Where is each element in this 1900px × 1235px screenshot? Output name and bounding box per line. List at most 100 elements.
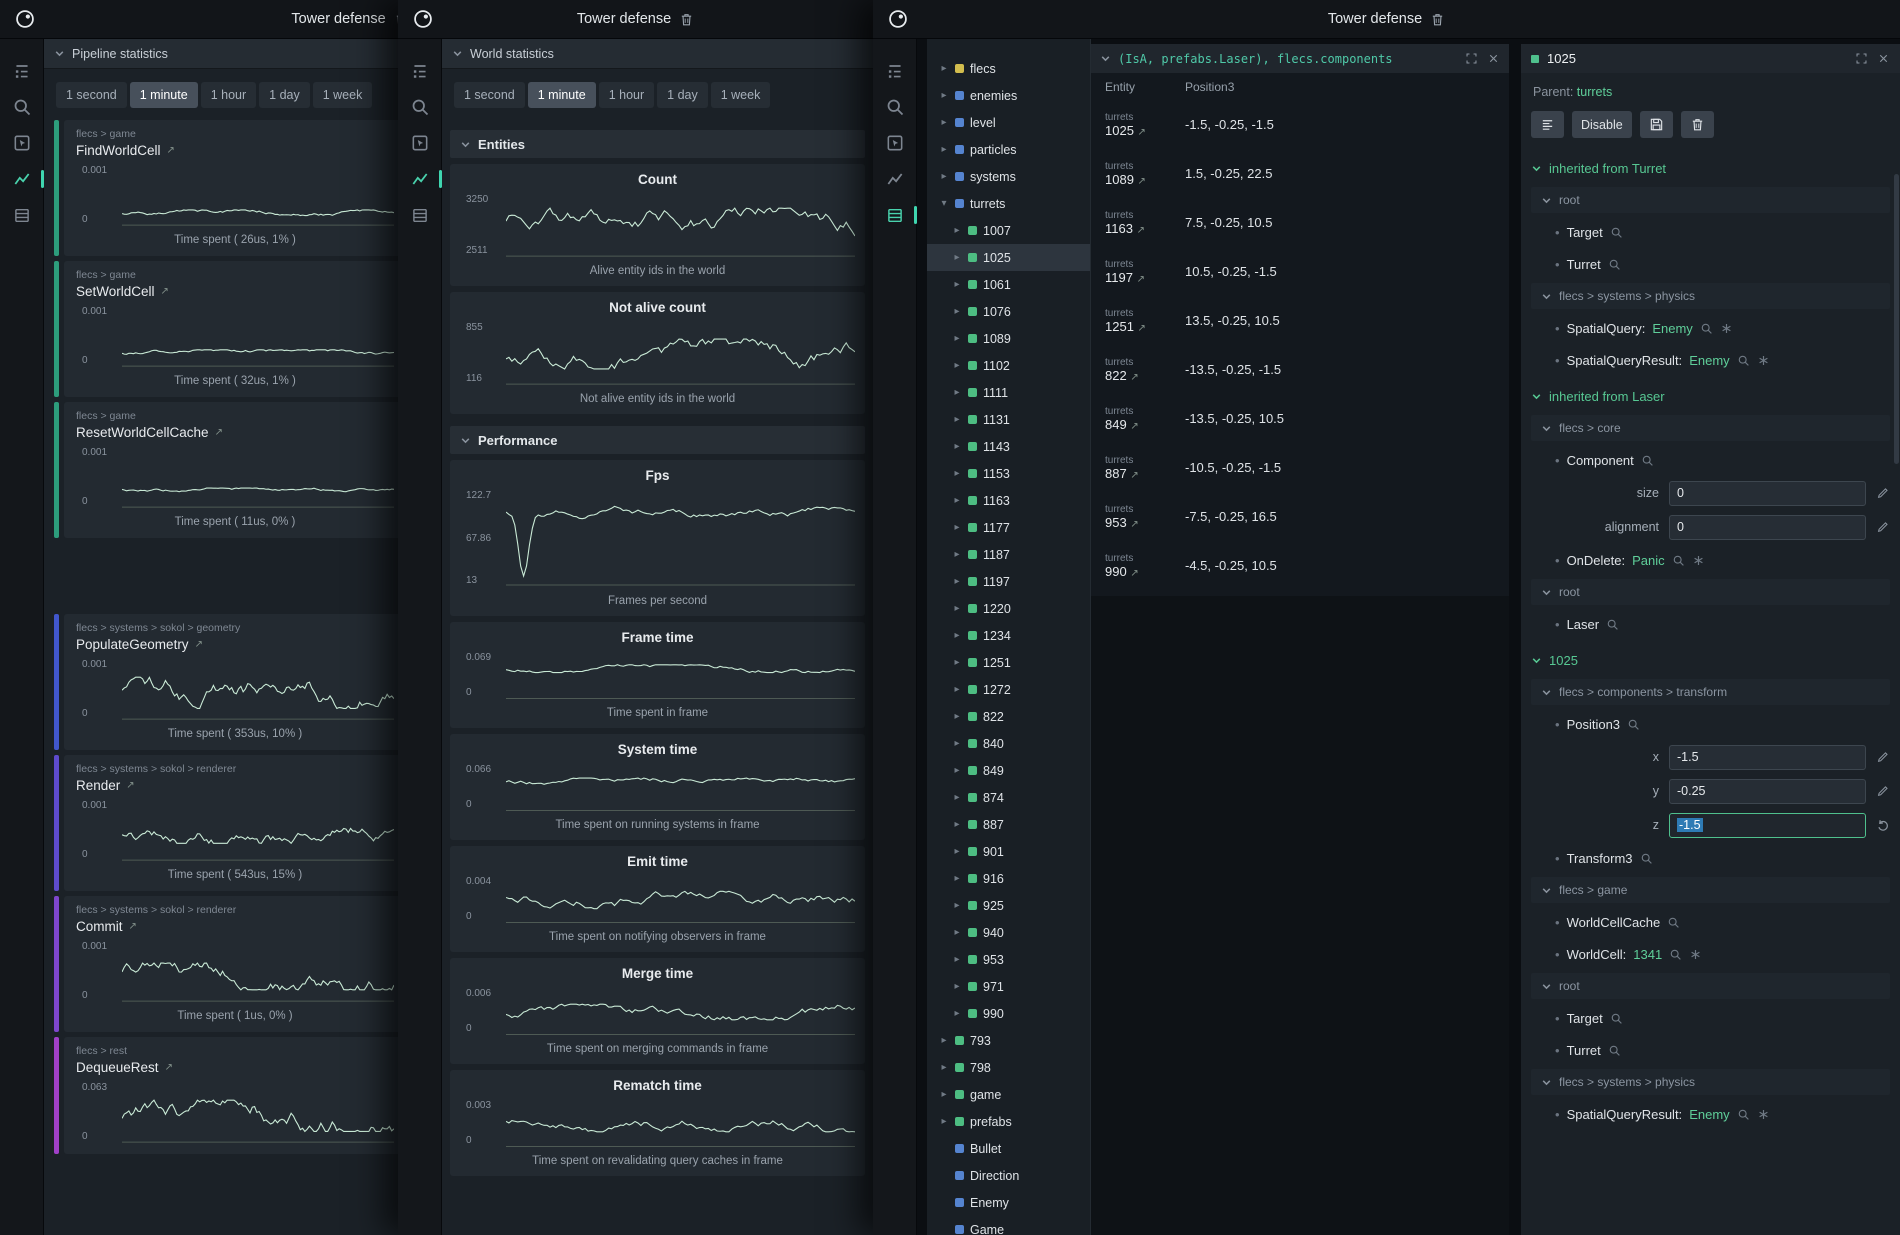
- search-icon[interactable]: [1640, 852, 1653, 865]
- edit-icon[interactable]: [1876, 486, 1890, 500]
- field-input-z[interactable]: -1.5: [1669, 813, 1866, 838]
- search-icon[interactable]: [1667, 916, 1680, 929]
- tree-item-game[interactable]: ▸game: [927, 1081, 1090, 1108]
- external-link-icon[interactable]: ↗: [129, 921, 137, 932]
- component-item-turret[interactable]: •Turret: [1531, 1034, 1890, 1066]
- expand-arrow-icon[interactable]: ▸: [952, 954, 962, 965]
- tab-1-week[interactable]: 1 week: [313, 82, 373, 108]
- expand-arrow-icon[interactable]: ▸: [952, 495, 962, 506]
- tree-item-direction[interactable]: Direction: [927, 1162, 1090, 1189]
- tree-item-874[interactable]: ▸874: [927, 784, 1090, 811]
- tree-item-1111[interactable]: ▸1111: [927, 379, 1090, 406]
- expand-arrow-icon[interactable]: ▸: [952, 333, 962, 344]
- component-item-worldcell[interactable]: •WorldCell:1341: [1531, 938, 1890, 970]
- expand-arrow-icon[interactable]: ▸: [952, 630, 962, 641]
- component-group-root[interactable]: root: [1531, 187, 1890, 213]
- expand-arrow-icon[interactable]: ▸: [952, 360, 962, 371]
- tree-item-840[interactable]: ▸840: [927, 730, 1090, 757]
- tree-item-1102[interactable]: ▸1102: [927, 352, 1090, 379]
- component-group-flecs-systems-physics[interactable]: flecs > systems > physics: [1531, 1069, 1890, 1095]
- wildcard-icon[interactable]: [1720, 322, 1733, 335]
- entities-icon[interactable]: [410, 61, 430, 81]
- tree-item-1251[interactable]: ▸1251: [927, 649, 1090, 676]
- expand-arrow-icon[interactable]: ▸: [952, 846, 962, 857]
- disable-button[interactable]: Disable: [1572, 111, 1632, 138]
- search-icon[interactable]: [1608, 1044, 1621, 1057]
- tree-item-level[interactable]: ▸level: [927, 109, 1090, 136]
- component-item-turret[interactable]: •Turret: [1531, 248, 1890, 280]
- tree-item-953[interactable]: ▸953: [927, 946, 1090, 973]
- table-row-1025[interactable]: turrets1025 ↗-1.5, -0.25, -1.5: [1091, 100, 1509, 149]
- tree-item-enemy[interactable]: Enemy: [927, 1189, 1090, 1216]
- table-row-887[interactable]: turrets887 ↗-10.5, -0.25, -1.5: [1091, 443, 1509, 492]
- tree-item-1163[interactable]: ▸1163: [927, 487, 1090, 514]
- parent-link[interactable]: turrets: [1577, 85, 1612, 99]
- search-icon[interactable]: [1641, 454, 1654, 467]
- inspector-section-inherited-from-laser[interactable]: inherited from Laser: [1531, 380, 1890, 412]
- delete-world-icon[interactable]: [679, 12, 694, 27]
- tab-1-minute[interactable]: 1 minute: [528, 82, 596, 108]
- external-link-icon[interactable]: ↗: [1130, 470, 1138, 481]
- search-icon[interactable]: [1627, 718, 1640, 731]
- tab-1-second[interactable]: 1 second: [56, 82, 127, 108]
- wildcard-icon[interactable]: [1757, 354, 1770, 367]
- flecs-logo-icon[interactable]: [887, 8, 909, 30]
- component-group-flecs-components-transform[interactable]: flecs > components > transform: [1531, 679, 1890, 705]
- expand-icon[interactable]: [1465, 52, 1478, 65]
- component-item-transform3[interactable]: •Transform3: [1531, 842, 1890, 874]
- expand-arrow-icon[interactable]: ▾: [939, 198, 949, 209]
- query-icon[interactable]: [12, 97, 32, 117]
- close-icon[interactable]: [1877, 52, 1890, 65]
- component-item-spatialqueryresult[interactable]: •SpatialQueryResult:Enemy: [1531, 1098, 1890, 1130]
- flecs-logo-icon[interactable]: [412, 8, 434, 30]
- expand-arrow-icon[interactable]: ▸: [952, 684, 962, 695]
- expand-arrow-icon[interactable]: ▸: [952, 225, 962, 236]
- external-link-icon[interactable]: ↗: [126, 780, 134, 791]
- table-row-1163[interactable]: turrets1163 ↗7.5, -0.25, 10.5: [1091, 198, 1509, 247]
- flecs-logo-icon[interactable]: [14, 8, 36, 30]
- external-link-icon[interactable]: ↗: [165, 1062, 173, 1073]
- search-icon[interactable]: [1608, 258, 1621, 271]
- delete-world-icon[interactable]: [1430, 12, 1445, 27]
- expand-arrow-icon[interactable]: ▸: [952, 279, 962, 290]
- tree-item-1187[interactable]: ▸1187: [927, 541, 1090, 568]
- tree-item-940[interactable]: ▸940: [927, 919, 1090, 946]
- tree-item-1076[interactable]: ▸1076: [927, 298, 1090, 325]
- external-link-icon[interactable]: ↗: [1130, 519, 1138, 530]
- table-row-1251[interactable]: turrets1251 ↗13.5, -0.25, 10.5: [1091, 296, 1509, 345]
- tree-item-916[interactable]: ▸916: [927, 865, 1090, 892]
- tree-item-925[interactable]: ▸925: [927, 892, 1090, 919]
- query-icon[interactable]: [410, 97, 430, 117]
- search-icon[interactable]: [1737, 354, 1750, 367]
- table-row-990[interactable]: turrets990 ↗-4.5, -0.25, 10.5: [1091, 541, 1509, 590]
- expand-arrow-icon[interactable]: ▸: [939, 1035, 949, 1046]
- expand-arrow-icon[interactable]: ▸: [952, 441, 962, 452]
- expand-arrow-icon[interactable]: ▸: [952, 603, 962, 614]
- component-item-spatialquery[interactable]: •SpatialQuery:Enemy: [1531, 312, 1890, 344]
- edit-icon[interactable]: [1876, 520, 1890, 534]
- external-link-icon[interactable]: ↗: [195, 639, 203, 650]
- tree-item-1025[interactable]: ▸1025: [927, 244, 1090, 271]
- tree-item-1143[interactable]: ▸1143: [927, 433, 1090, 460]
- expand-arrow-icon[interactable]: ▸: [939, 1116, 949, 1127]
- expand-arrow-icon[interactable]: ▸: [939, 1062, 949, 1073]
- tree-item-1153[interactable]: ▸1153: [927, 460, 1090, 487]
- external-link-icon[interactable]: ↗: [1137, 274, 1145, 285]
- tree-item-887[interactable]: ▸887: [927, 811, 1090, 838]
- tree-item-enemies[interactable]: ▸enemies: [927, 82, 1090, 109]
- expand-arrow-icon[interactable]: ▸: [939, 1089, 949, 1100]
- field-input-y[interactable]: -0.25: [1669, 779, 1866, 804]
- search-icon[interactable]: [1606, 618, 1619, 631]
- component-item-target[interactable]: •Target: [1531, 1002, 1890, 1034]
- field-input-size[interactable]: 0: [1669, 481, 1866, 506]
- field-input-alignment[interactable]: 0: [1669, 515, 1866, 540]
- expand-arrow-icon[interactable]: ▸: [939, 63, 949, 74]
- expand-arrow-icon[interactable]: ▸: [952, 1008, 962, 1019]
- component-item-target[interactable]: •Target: [1531, 216, 1890, 248]
- external-link-icon[interactable]: ↗: [1138, 127, 1146, 138]
- tree-item-1131[interactable]: ▸1131: [927, 406, 1090, 433]
- undo-icon[interactable]: [1876, 818, 1890, 832]
- inspector-icon[interactable]: [410, 133, 430, 153]
- external-link-icon[interactable]: ↗: [1137, 225, 1145, 236]
- tab-1-minute[interactable]: 1 minute: [130, 82, 198, 108]
